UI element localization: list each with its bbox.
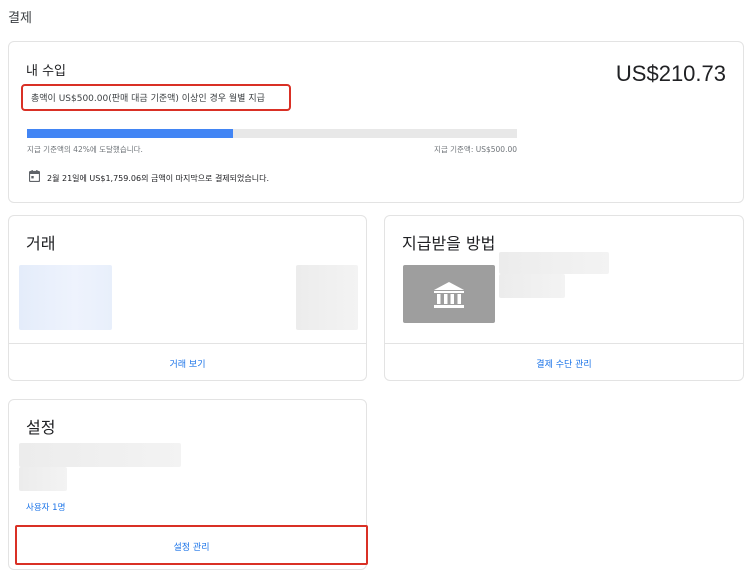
- threshold-highlight: 총액이 US$500.00(판매 대금 기준액) 이상인 경우 월별 지급: [21, 84, 291, 111]
- earnings-card: 내 수입 US$210.73 총액이 US$500.00(판매 대금 기준액) …: [8, 41, 744, 203]
- last-payment-text: 2월 21일에 US$1,759.06의 금액이 마지막으로 결제되었습니다.: [47, 174, 270, 183]
- settings-title: 설정: [26, 418, 56, 437]
- users-link[interactable]: 사용자 1명: [26, 501, 65, 513]
- divider: [9, 343, 366, 344]
- page-title: 결제: [8, 11, 32, 26]
- progress-right-label: 지급 기준액: US$500.00: [433, 145, 517, 154]
- settings-card: 설정 사용자 1명 설정 관리: [8, 399, 368, 570]
- view-transactions-link[interactable]: 거래 보기: [9, 357, 366, 370]
- transactions-card: 거래 거래 보기: [8, 215, 367, 381]
- payment-method-title: 지급받을 방법: [402, 234, 496, 253]
- payment-progress-bar: [27, 129, 517, 138]
- threshold-text: 총액이 US$500.00(판매 대금 기준액) 이상인 경우 월별 지급: [31, 94, 265, 104]
- manage-settings-button[interactable]: 설정 관리: [15, 525, 368, 565]
- redacted-block: [296, 265, 358, 330]
- bank-tile: [403, 265, 495, 323]
- manage-settings-label: 설정 관리: [173, 543, 210, 553]
- bank-icon: [434, 282, 464, 308]
- redacted-block: [19, 467, 67, 491]
- progress-left-label: 지급 기준액의 42%에 도달했습니다.: [27, 145, 143, 154]
- transactions-title: 거래: [26, 234, 56, 253]
- divider: [385, 343, 743, 344]
- payment-progress-fill: [27, 129, 233, 138]
- redacted-block: [499, 252, 609, 274]
- earnings-title: 내 수입: [26, 64, 67, 79]
- redacted-block: [19, 265, 112, 330]
- calendar-icon: [29, 170, 40, 182]
- manage-payment-methods-link[interactable]: 결제 수단 관리: [385, 357, 743, 370]
- redacted-block: [499, 274, 565, 298]
- redacted-block: [19, 443, 181, 467]
- payment-method-card: 지급받을 방법 결제 수단 관리: [384, 215, 744, 381]
- earnings-amount: US$210.73: [615, 61, 726, 86]
